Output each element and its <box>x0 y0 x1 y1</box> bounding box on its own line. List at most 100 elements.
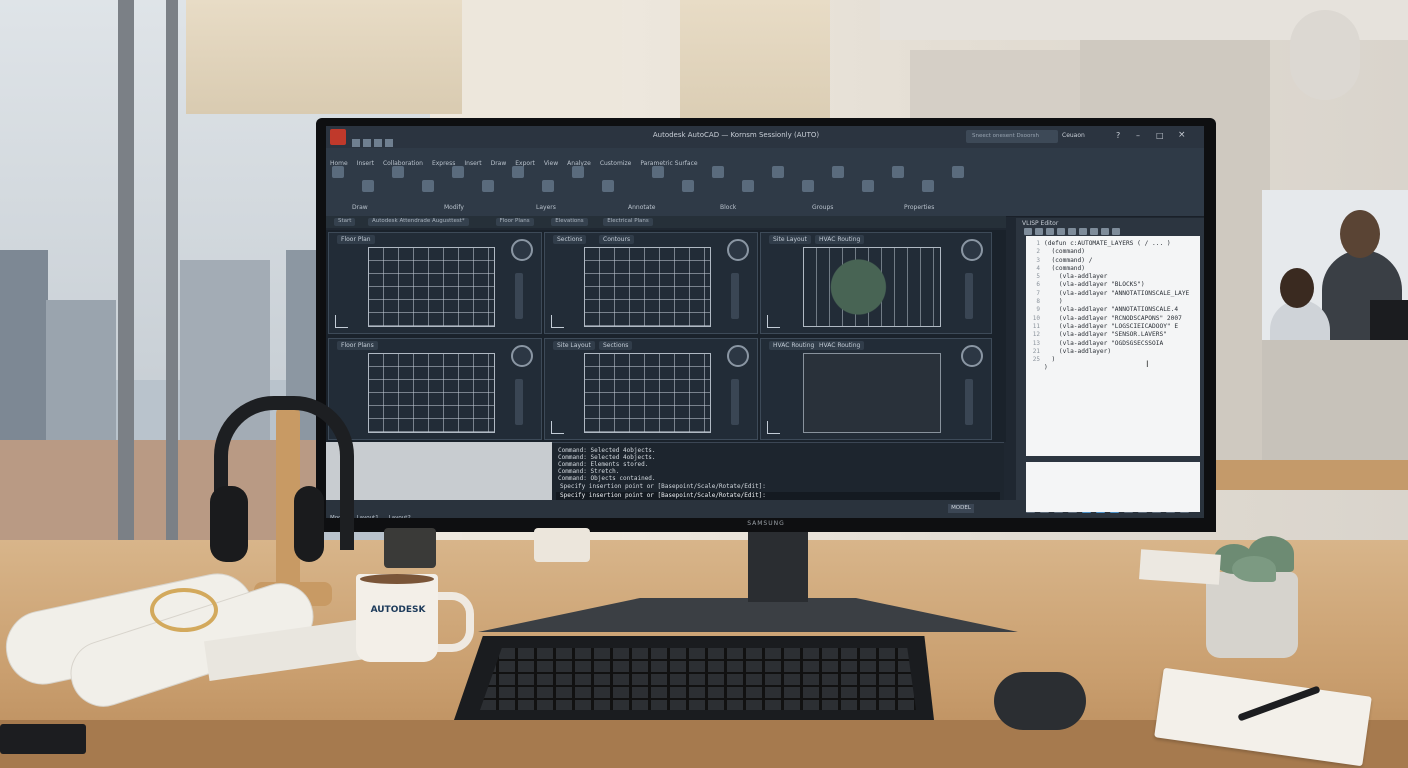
table-icon[interactable] <box>682 180 694 192</box>
navigation-bar[interactable] <box>515 273 523 319</box>
viewport-label[interactable]: Site Layout <box>553 341 595 350</box>
text-icon[interactable] <box>572 166 584 178</box>
code-editor[interactable]: 1 2 3 4 5 6 7 8 9 10 11 12 13 21 25 (defun c:AUTOMATE_… <box>1026 236 1200 456</box>
viewcube-icon[interactable] <box>961 345 983 367</box>
navigation-bar[interactable] <box>515 379 523 425</box>
layer-icon[interactable] <box>832 166 844 178</box>
measure-icon[interactable] <box>922 180 934 192</box>
group-icon[interactable] <box>892 166 904 178</box>
code-line[interactable]: (vla-addlayer "OGDSGSECSSOIA <box>1044 340 1198 348</box>
model-toggle[interactable]: MODEL <box>948 504 974 513</box>
layout-tab[interactable]: Layout1 <box>357 515 379 518</box>
redo-icon[interactable] <box>385 139 393 147</box>
viewcube-icon[interactable] <box>511 239 533 261</box>
dimension-icon[interactable] <box>602 180 614 192</box>
viewport-label[interactable]: Site Layout <box>769 235 811 244</box>
file-tab[interactable]: Start <box>334 218 356 226</box>
file-tab[interactable]: Electrical Plans <box>603 218 653 226</box>
undo-icon[interactable] <box>374 139 382 147</box>
file-tab[interactable]: Autodesk Attendrade Augusttest* <box>368 218 469 226</box>
code-line[interactable]: (defun c:AUTOMATE_LAYERS ( / ... ) <box>1044 240 1198 248</box>
polyline-icon[interactable] <box>362 180 374 192</box>
navigation-bar[interactable] <box>965 379 973 425</box>
save-file-icon[interactable] <box>1046 228 1054 235</box>
navigation-bar[interactable] <box>731 273 739 319</box>
line-icon[interactable] <box>332 166 344 178</box>
layout-tab[interactable]: Layout2 <box>389 515 411 518</box>
code-line[interactable]: (vla-addlayer "RCNODSCAPONS" 2007 <box>1044 315 1198 323</box>
open-icon[interactable] <box>363 139 371 147</box>
file-tab[interactable]: Elevations <box>551 218 588 226</box>
viewport-label[interactable]: HVAC Routing <box>815 235 865 244</box>
new-file-icon[interactable] <box>1024 228 1032 235</box>
layer-icon[interactable] <box>802 180 814 192</box>
navigation-bar[interactable] <box>731 379 739 425</box>
command-history-line: Command: Stretch. <box>558 468 620 475</box>
mirror-icon[interactable] <box>542 180 554 192</box>
viewport-label[interactable]: Contours <box>599 235 635 244</box>
viewcube-icon[interactable] <box>511 345 533 367</box>
find-icon[interactable] <box>1090 228 1098 235</box>
code-line[interactable]: (command) <box>1044 265 1198 273</box>
code-line[interactable]: (command) / <box>1044 257 1198 265</box>
viewcube-icon[interactable] <box>727 345 749 367</box>
viewport[interactable]: HVAC Routing HVAC Routing <box>760 338 992 440</box>
arc-icon[interactable] <box>422 180 434 192</box>
viewport[interactable]: Floor Plans <box>328 338 542 440</box>
viewport[interactable]: Site Layout Sections <box>544 338 758 440</box>
cut-icon[interactable] <box>1057 228 1065 235</box>
code-line[interactable]: (vla-addlayer "ANNOTATIONSCALE_LAYE <box>1044 290 1198 298</box>
circle-icon[interactable] <box>392 166 404 178</box>
insert-block-icon[interactable] <box>712 166 724 178</box>
viewport[interactable]: Sections Contours <box>544 232 758 334</box>
close-icon[interactable]: × <box>1178 130 1186 140</box>
copy-icon[interactable] <box>1068 228 1076 235</box>
minimize-icon[interactable]: – <box>1136 131 1140 140</box>
viewport-label[interactable]: HVAC Routing <box>815 341 865 350</box>
paste-icon[interactable] <box>952 166 964 178</box>
open-file-icon[interactable] <box>1035 228 1043 235</box>
code-line[interactable]: (command) <box>1044 248 1198 256</box>
save-icon[interactable] <box>352 139 360 147</box>
run-icon[interactable] <box>1112 228 1120 235</box>
match-properties-icon[interactable] <box>862 180 874 192</box>
viewport-label[interactable]: Sections <box>599 341 633 350</box>
help-icon[interactable]: ? <box>1116 131 1120 140</box>
layer-properties-icon[interactable] <box>772 166 784 178</box>
file-tab[interactable]: Floor Plans <box>495 218 534 226</box>
copy-icon[interactable] <box>512 166 524 178</box>
viewcube-icon[interactable] <box>727 239 749 261</box>
code-line[interactable]: (vla-addlayer "LOGSCIEICADOOY" E <box>1044 323 1198 331</box>
viewport[interactable]: Site Layout HVAC Routing <box>760 232 992 334</box>
code-line[interactable]: ) <box>1044 364 1198 372</box>
code-line[interactable]: (vla-addlayer "BLOCKS") <box>1044 281 1198 289</box>
viewcube-icon[interactable] <box>961 239 983 261</box>
move-icon[interactable] <box>452 166 464 178</box>
leader-icon[interactable] <box>652 166 664 178</box>
output-panel[interactable] <box>1026 462 1200 512</box>
rotate-icon[interactable] <box>482 180 494 192</box>
code-line[interactable]: (vla-addlayer) <box>1044 348 1198 356</box>
maximize-icon[interactable]: □ <box>1156 131 1164 140</box>
code-text[interactable]: (defun c:AUTOMATE_LAYERS ( / ... ) (comm… <box>1044 240 1198 373</box>
code-line[interactable]: (vla-addlayer <box>1044 273 1198 281</box>
quick-access-toolbar[interactable] <box>352 132 442 147</box>
create-block-icon[interactable] <box>742 180 754 192</box>
search-input[interactable]: Sneect onesent Dsoorsh <box>966 130 1058 143</box>
user-name[interactable]: Ceuaon <box>1062 132 1102 139</box>
code-line[interactable]: (vla-addlayer "ANNOTATIONSCALE.4 <box>1044 306 1198 314</box>
viewport-label[interactable]: Floor Plan <box>337 235 375 244</box>
viewport-label[interactable]: Floor Plans <box>337 341 378 350</box>
file-tabs-bar: Start Autodesk Attendrade Augusttest* Floo… <box>326 216 1006 228</box>
viewport-label[interactable]: Sections <box>553 235 587 244</box>
viewport[interactable]: Floor Plan <box>328 232 542 334</box>
load-icon[interactable] <box>1101 228 1109 235</box>
code-line[interactable]: ) <box>1044 356 1198 364</box>
command-input[interactable]: Specify insertion point or [Basepoint/Sc… <box>556 492 1000 500</box>
code-line[interactable]: (vla-addlayer "SENSOR.LAVERS" <box>1044 331 1198 339</box>
code-line[interactable]: ) <box>1044 298 1198 306</box>
autocad-logo-icon[interactable] <box>330 129 346 145</box>
paste-icon[interactable] <box>1079 228 1087 235</box>
viewport-label[interactable]: HVAC Routing <box>769 341 819 350</box>
navigation-bar[interactable] <box>965 273 973 319</box>
